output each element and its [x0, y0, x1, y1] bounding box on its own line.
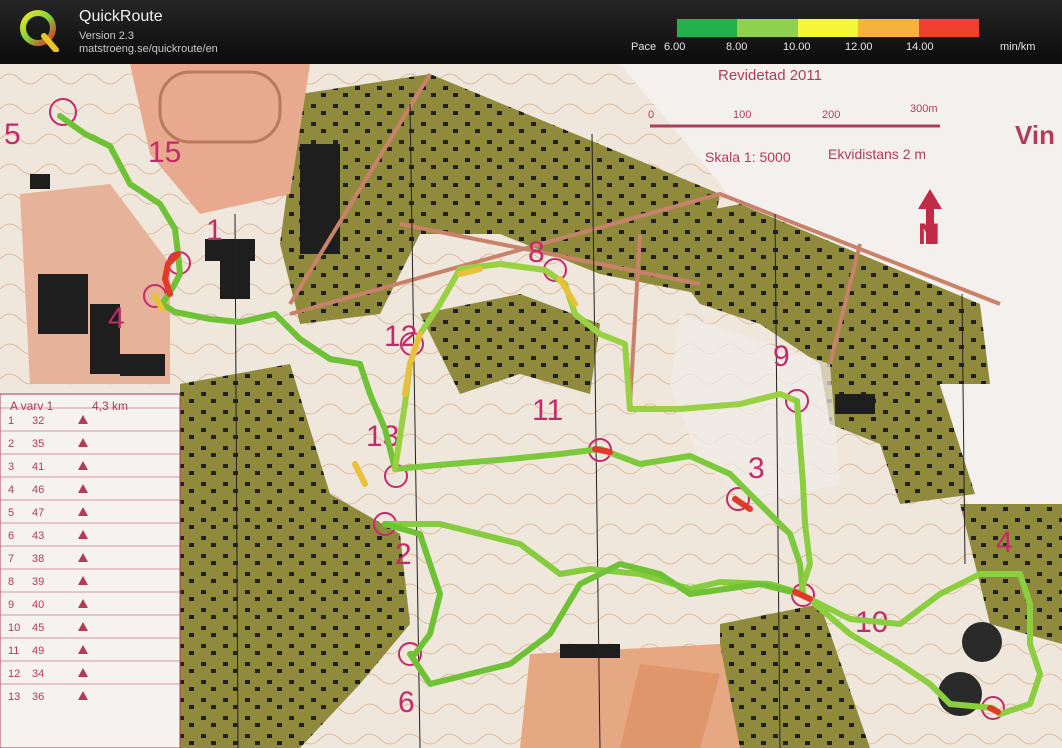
description-row-number: 11: [8, 645, 19, 657]
control-number: 2: [395, 538, 412, 571]
pace-tick: 6.00: [664, 41, 686, 53]
control-number: 11: [532, 394, 563, 427]
pace-color-segment: [737, 19, 798, 37]
description-row-number: 7: [8, 553, 14, 565]
description-row-number: 6: [8, 530, 14, 542]
control-number: 15: [148, 136, 181, 169]
control-number: 8: [528, 236, 545, 269]
orienteering-map[interactable]: Revidetad 2011 0 100 200 300m Skala 1: 5…: [0, 64, 1062, 748]
description-row-code: 32: [32, 415, 44, 427]
app-header: QuickRoute Version 2.3 matstroeng.se/qui…: [0, 0, 1062, 64]
description-row-number: 2: [8, 438, 14, 450]
control-number: 5: [4, 118, 21, 151]
scale-number: 200: [822, 109, 840, 121]
description-row-code: 41: [32, 461, 44, 473]
pace-label: Pace: [631, 41, 657, 53]
app-version: Version 2.3: [79, 30, 135, 42]
description-row-code: 36: [32, 691, 44, 703]
description-row-code: 47: [32, 507, 44, 519]
app-title: QuickRoute: [79, 8, 163, 25]
app-url[interactable]: matstroeng.se/quickroute/en: [79, 43, 218, 55]
north-letter: N: [918, 218, 940, 251]
map-partial-title: Vin: [1015, 120, 1055, 150]
description-row-number: 3: [8, 461, 14, 473]
pace-color-segment: [918, 19, 979, 37]
revision-text: Revidetad 2011: [718, 67, 822, 84]
description-row-code: 49: [32, 645, 44, 657]
pace-color-segment: [858, 19, 919, 37]
pace-tick: 10.00: [783, 41, 811, 53]
description-row-code: 34: [32, 668, 44, 680]
control-description-sheet: A varv 1 4,3 km 1 32 2 35 3 41 4 46 5 47 6 43 7 38 8 39…: [0, 393, 181, 748]
description-row-code: 35: [32, 438, 44, 450]
pond: [938, 672, 982, 716]
quickroute-logo-icon: [20, 10, 59, 52]
scale-text: Skala 1: 5000: [705, 149, 791, 165]
pace-color-segment: [797, 19, 859, 37]
pace-color-scale: [676, 18, 980, 38]
contour-interval-text: Ekvidistans 2 m: [828, 146, 926, 162]
description-row-number: 5: [8, 507, 14, 519]
pace-tick: 14.00: [906, 41, 934, 53]
description-row-number: 9: [8, 599, 14, 611]
control-number: 4: [108, 302, 125, 335]
scale-number: 0: [648, 109, 654, 121]
pond: [962, 622, 1002, 662]
scale-number: 300m: [910, 103, 938, 115]
description-row-number: 12: [8, 668, 20, 680]
control-number: 3: [748, 452, 765, 485]
description-row-number: 8: [8, 576, 14, 588]
description-row-code: 43: [32, 530, 44, 542]
description-row-number: 1: [8, 415, 14, 427]
pace-color-segment: [677, 19, 738, 37]
pace-unit: min/km: [1000, 41, 1036, 53]
description-row-code: 46: [32, 484, 44, 496]
pace-tick: 8.00: [726, 41, 748, 53]
description-row-number: 4: [8, 484, 14, 496]
control-number: 1: [206, 214, 223, 247]
control-number: 6: [398, 686, 415, 719]
description-row-code: 38: [32, 553, 44, 565]
description-row-number: 13: [8, 691, 20, 703]
description-row-code: 40: [32, 599, 44, 611]
description-row-number: 10: [8, 622, 20, 634]
control-number: 4: [996, 526, 1013, 559]
course-name: A varv 1: [10, 399, 54, 413]
scale-number: 100: [733, 109, 751, 121]
control-number: 9: [773, 340, 790, 373]
description-row-code: 45: [32, 622, 44, 634]
description-row-code: 39: [32, 576, 44, 588]
course-length: 4,3 km: [92, 399, 128, 413]
pace-tick: 12.00: [845, 41, 873, 53]
